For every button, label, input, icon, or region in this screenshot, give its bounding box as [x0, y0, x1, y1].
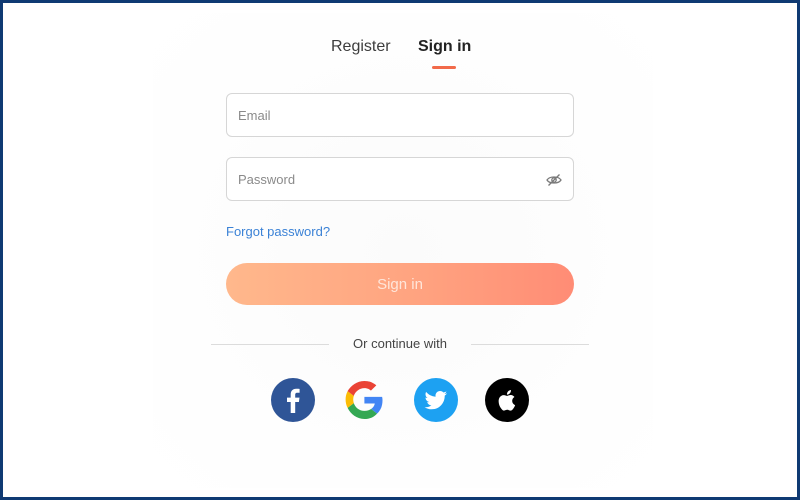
signin-panel [153, 13, 653, 488]
google-login-button[interactable] [342, 378, 386, 422]
tab-signin[interactable]: Sign in [418, 36, 471, 58]
divider-label: Or continue with [353, 336, 447, 351]
email-field[interactable] [226, 93, 574, 137]
apple-icon [485, 378, 529, 422]
password-field[interactable] [226, 157, 574, 201]
twitter-icon [414, 378, 458, 422]
email-input[interactable] [227, 94, 573, 136]
auth-tabs: Register Sign in [0, 36, 800, 76]
facebook-icon [271, 378, 315, 422]
password-input[interactable] [227, 158, 573, 200]
google-icon [345, 381, 383, 419]
apple-login-button[interactable] [485, 378, 529, 422]
active-tab-indicator [432, 66, 456, 69]
divider-line-right [471, 344, 589, 345]
eye-icon[interactable] [546, 173, 562, 187]
forgot-password-link[interactable]: Forgot password? [226, 224, 330, 239]
twitter-login-button[interactable] [414, 378, 458, 422]
facebook-login-button[interactable] [271, 378, 315, 422]
signin-button[interactable]: Sign in [226, 263, 574, 305]
tab-register[interactable]: Register [331, 36, 391, 58]
